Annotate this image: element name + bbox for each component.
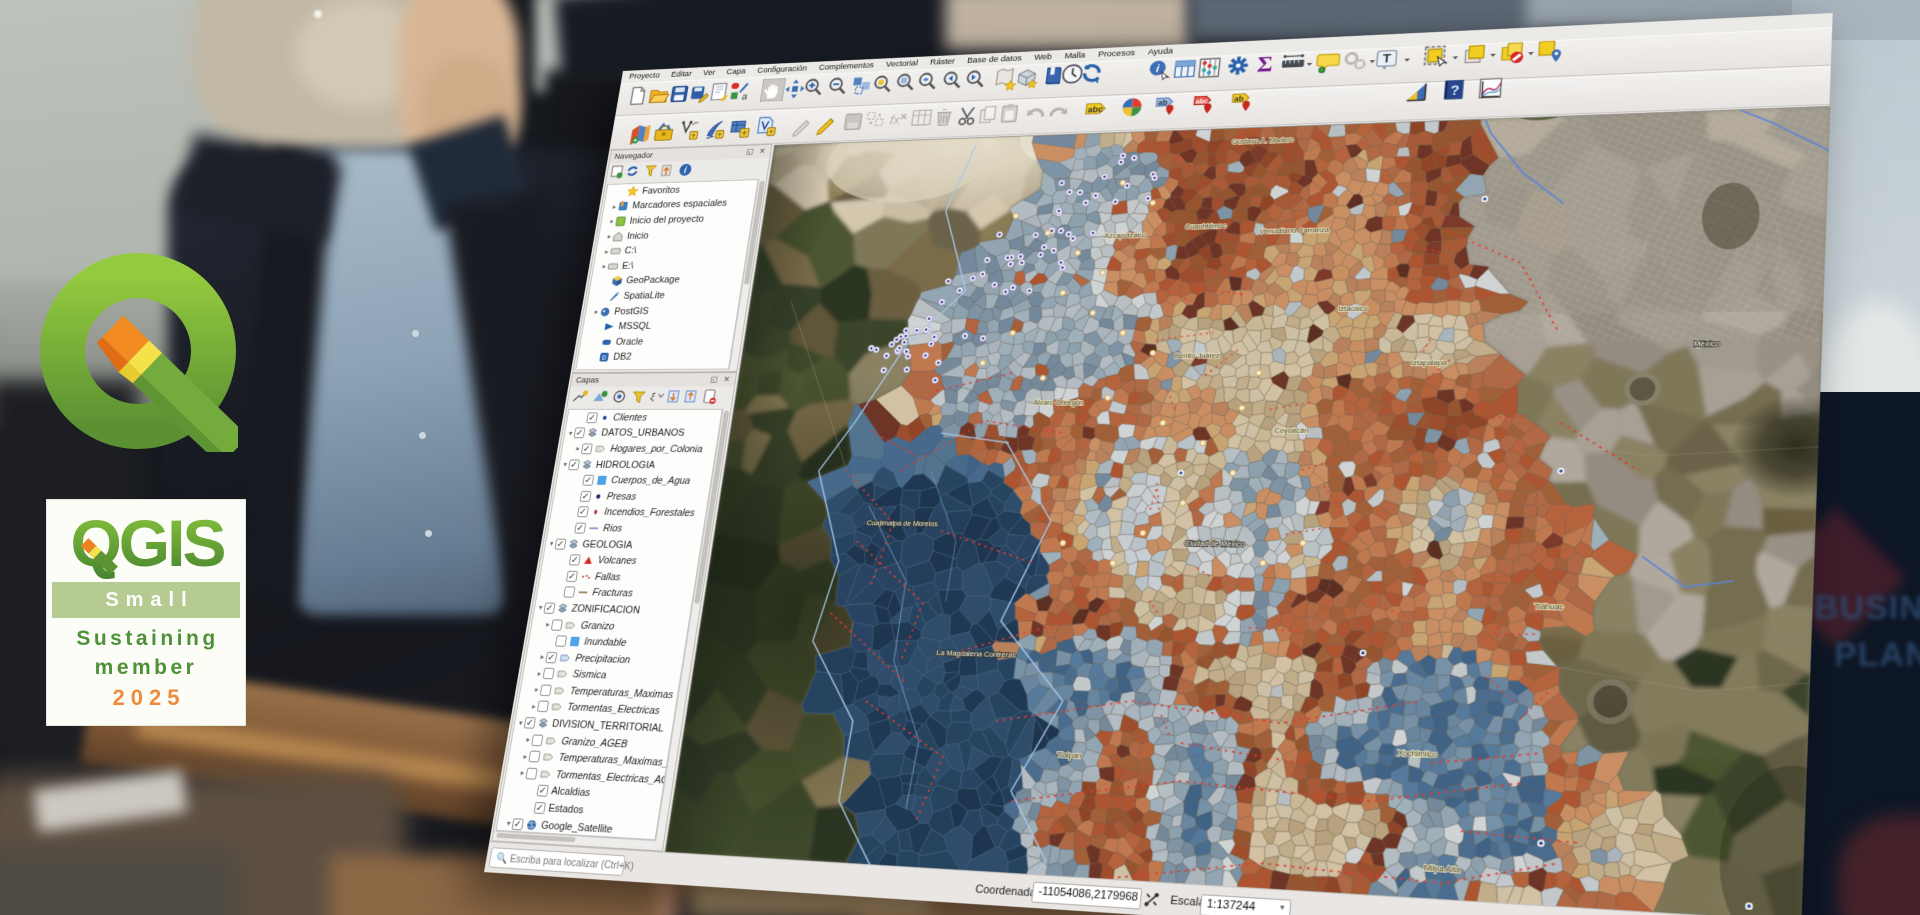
svg-text:?: ? <box>1450 84 1460 98</box>
svg-text:Cuajimalpa de Morelos: Cuajimalpa de Morelos <box>866 520 938 528</box>
svg-text:Coyoacán: Coyoacán <box>1274 428 1309 436</box>
svg-text:Álvaro Obregón: Álvaro Obregón <box>1033 399 1084 407</box>
svg-text:Tlalpan: Tlalpan <box>1056 752 1081 761</box>
svg-text:ξ: ξ <box>650 391 657 402</box>
svg-text:Benito Juárez: Benito Juárez <box>1174 353 1220 361</box>
svg-text:a: a <box>741 91 748 102</box>
svg-text:ab: ab <box>1158 99 1168 107</box>
svg-text:Iztacalco: Iztacalco <box>1338 306 1370 314</box>
svg-text:México: México <box>1693 341 1721 349</box>
svg-text:Tláhuac: Tláhuac <box>1534 604 1564 613</box>
svg-text:Azcapotzalco: Azcapotzalco <box>1104 233 1148 241</box>
svg-text:QGIS: QGIS <box>70 506 224 580</box>
svg-text:Cuauhtémoc: Cuauhtémoc <box>1185 223 1227 231</box>
svg-text:fx: fx <box>889 114 902 128</box>
svg-text:Xochimilco: Xochimilco <box>1398 750 1439 760</box>
svg-text:Iztapalapa: Iztapalapa <box>1411 360 1449 368</box>
svg-text:abc: abc <box>1087 104 1103 115</box>
svg-text:Σ: Σ <box>1256 53 1274 77</box>
svg-text:Ciudad de México: Ciudad de México <box>1184 541 1246 550</box>
svg-text:ab: ab <box>1234 95 1244 103</box>
